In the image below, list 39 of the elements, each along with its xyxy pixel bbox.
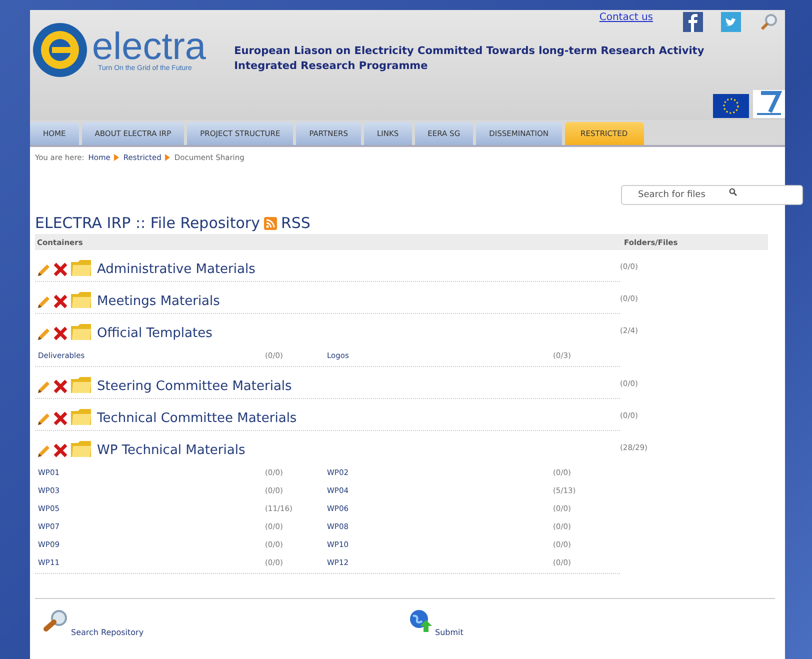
delete-icon[interactable] (53, 262, 68, 277)
pencil-icon[interactable] (37, 444, 51, 458)
logo-wordmark: electra (92, 28, 206, 64)
project-title: Integrated Research Programme (234, 59, 429, 74)
twitter-icon[interactable] (721, 12, 741, 32)
footer-action-link[interactable]: Search Repository (71, 628, 144, 637)
delete-icon[interactable] (53, 443, 68, 458)
folder-link[interactable]: Meetings Materials (97, 294, 220, 309)
globe-upload-icon[interactable] (409, 609, 433, 633)
contact-link[interactable]: Contact us (599, 12, 653, 23)
folder-link[interactable]: Technical Committee Materials (97, 411, 297, 426)
breadcrumb-arrow-icon (114, 154, 120, 161)
pencil-icon[interactable] (37, 295, 51, 309)
fp7-logo-icon (753, 90, 785, 118)
search-icon[interactable] (759, 12, 779, 32)
eu-flag-icon (713, 94, 749, 118)
pencil-icon[interactable] (37, 412, 51, 426)
rss-link[interactable]: RSS (280, 214, 310, 232)
folder-link[interactable]: Steering Committee Materials (97, 379, 292, 394)
pencil-icon[interactable] (37, 380, 51, 394)
folder-link[interactable]: Official Templates (97, 326, 212, 341)
pencil-icon[interactable] (37, 327, 51, 341)
breadcrumb-arrow-icon (165, 154, 170, 161)
pencil-icon[interactable] (37, 263, 51, 277)
facebook-icon[interactable] (683, 12, 703, 32)
delete-icon[interactable] (53, 326, 68, 341)
delete-icon[interactable] (53, 294, 68, 309)
magnifier-icon[interactable] (43, 609, 69, 633)
footer-action-link[interactable]: Submit (435, 628, 464, 637)
electra-logo-icon (32, 22, 88, 78)
folder-link[interactable]: WP Technical Materials (97, 443, 246, 458)
page-heading: ELECTRA IRP :: File Repository (35, 214, 260, 232)
folder-link[interactable]: Administrative Materials (97, 262, 256, 277)
delete-icon[interactable] (53, 411, 68, 426)
search-icon (729, 188, 737, 196)
search-field[interactable]: Search for files (621, 185, 803, 205)
project-title: European Liason on Electricity Committed Towards long-term Research Activity (234, 44, 704, 59)
rss-icon[interactable] (264, 216, 277, 230)
delete-icon[interactable] (53, 379, 68, 394)
